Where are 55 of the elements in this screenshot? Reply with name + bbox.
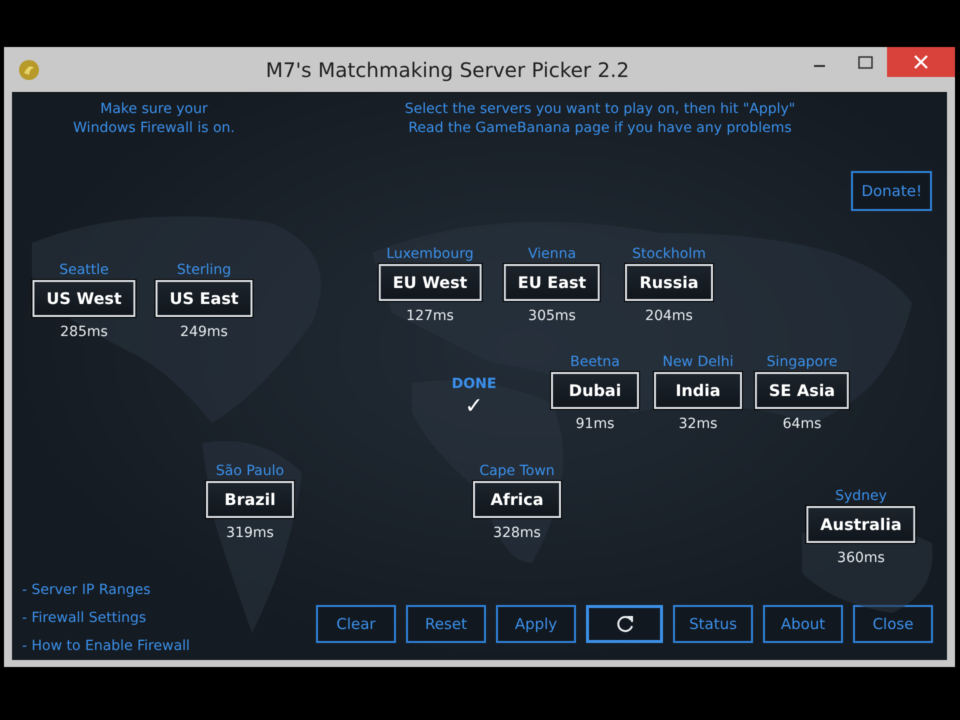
server-button[interactable]: Brazil <box>206 481 294 518</box>
ping-label: 127ms <box>406 308 454 324</box>
action-button[interactable]: Close <box>853 605 933 643</box>
server-button[interactable]: Australia <box>806 506 916 543</box>
ping-label: 32ms <box>678 416 718 432</box>
ping-label: 285ms <box>60 324 108 340</box>
help-link[interactable]: - Server IP Ranges <box>22 582 151 598</box>
ping-label: 328ms <box>493 525 541 541</box>
server-button[interactable]: SE Asia <box>754 372 850 409</box>
city-label: São Paulo <box>216 463 284 479</box>
ping-label: 305ms <box>528 308 576 324</box>
ping-label: 91ms <box>576 416 614 432</box>
action-button[interactable]: Reset <box>406 605 486 643</box>
action-button[interactable]: Apply <box>496 605 576 643</box>
ping-label: 249ms <box>180 324 228 340</box>
city-label: Beetna <box>570 354 620 370</box>
city-label: Sydney <box>835 488 887 504</box>
firewall-notice-line: Make sure your <box>100 100 208 119</box>
close-icon <box>914 55 928 69</box>
done-check-icon: ✓ <box>464 394 484 419</box>
instruction-line: Select the servers you want to play on, then hit "Apply" <box>404 100 796 119</box>
server-button[interactable]: US East <box>156 280 252 317</box>
city-label: Stockholm <box>632 246 706 262</box>
action-button[interactable]: Status <box>673 605 753 643</box>
action-button[interactable]: Clear <box>316 605 396 643</box>
city-label: Cape Town <box>479 463 555 479</box>
ping-label: 64ms <box>782 416 822 432</box>
city-label: Vienna <box>528 246 576 262</box>
city-label: Singapore <box>766 354 838 370</box>
server-button[interactable]: India <box>654 372 742 409</box>
help-link[interactable]: - How to Enable Firewall <box>22 638 190 654</box>
city-label: Luxembourg <box>386 246 474 262</box>
server-button[interactable]: EU East <box>504 264 600 301</box>
donate-button[interactable]: Donate! <box>851 171 932 211</box>
ping-label: 204ms <box>645 308 693 324</box>
ping-label: 319ms <box>226 525 274 541</box>
help-link[interactable]: - Firewall Settings <box>22 610 146 626</box>
server-button[interactable]: Russia <box>625 264 713 301</box>
firewall-notice-line: Windows Firewall is on. <box>73 119 235 138</box>
city-label: New Delhi <box>662 354 734 370</box>
window-title: M7's Matchmaking Server Picker 2.2 <box>264 58 630 82</box>
ping-label: 360ms <box>837 550 885 566</box>
action-button[interactable]: About <box>763 605 843 643</box>
city-label: Sterling <box>176 262 232 278</box>
server-button[interactable]: Africa <box>473 481 561 518</box>
status-label: DONE <box>452 376 496 392</box>
server-button[interactable]: EU West <box>378 264 482 301</box>
city-label: Seattle <box>59 262 109 278</box>
refresh-button[interactable] <box>586 605 663 643</box>
close-button[interactable] <box>887 47 955 77</box>
app-logo-icon <box>18 58 40 80</box>
server-button[interactable]: Dubai <box>551 372 639 409</box>
server-button[interactable]: US West <box>32 280 136 317</box>
refresh-icon <box>614 614 634 634</box>
instruction-line: Read the GameBanana page if you have any problems <box>408 119 792 138</box>
